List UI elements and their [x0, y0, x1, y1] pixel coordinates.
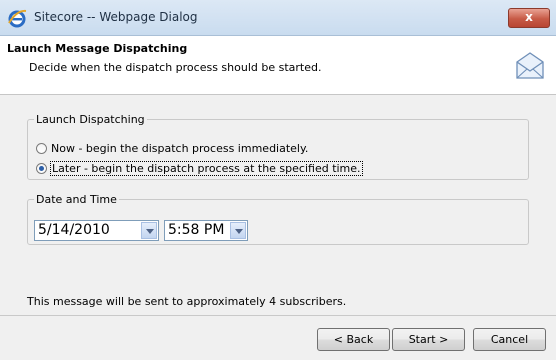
radio-now-label[interactable]: Now - begin the dispatch process immedia…: [51, 142, 308, 155]
dialog-footer: < Back Start > Cancel: [0, 315, 556, 360]
header-subtitle: Decide when the dispatch process should …: [29, 61, 322, 74]
launch-dispatching-group: Launch Dispatching Now - begin the dispa…: [27, 113, 529, 180]
time-value: 5:58 PM: [168, 222, 225, 238]
title-bar: Sitecore -- Webpage Dialog x: [0, 0, 556, 36]
window-title: Sitecore -- Webpage Dialog: [34, 10, 198, 24]
cancel-button[interactable]: Cancel: [473, 328, 546, 351]
date-value: 5/14/2010: [38, 222, 110, 238]
dialog-header: Launch Message Dispatching Decide when t…: [0, 36, 556, 95]
subscriber-info: This message will be sent to approximate…: [27, 295, 347, 308]
date-time-legend: Date and Time: [36, 193, 117, 206]
envelope-icon: [516, 52, 544, 79]
start-button[interactable]: Start >: [392, 328, 465, 351]
date-select[interactable]: 5/14/2010: [34, 220, 159, 241]
close-button[interactable]: x: [508, 8, 550, 28]
internet-explorer-icon: [8, 9, 27, 28]
chevron-down-icon[interactable]: [230, 222, 246, 239]
launch-dispatching-legend: Launch Dispatching: [36, 113, 145, 126]
radio-later-row[interactable]: Later - begin the dispatch process at th…: [36, 161, 363, 176]
radio-now-row[interactable]: Now - begin the dispatch process immedia…: [36, 142, 308, 155]
close-icon[interactable]: x: [509, 10, 549, 24]
date-time-group: Date and Time 5/14/2010 5:58 PM: [27, 193, 529, 245]
radio-later[interactable]: [36, 163, 47, 174]
radio-now[interactable]: [36, 143, 47, 154]
radio-later-label[interactable]: Later - begin the dispatch process at th…: [50, 161, 363, 176]
back-button[interactable]: < Back: [317, 328, 390, 351]
header-title: Launch Message Dispatching: [7, 42, 188, 55]
chevron-down-icon[interactable]: [141, 222, 157, 239]
time-select[interactable]: 5:58 PM: [164, 220, 248, 241]
